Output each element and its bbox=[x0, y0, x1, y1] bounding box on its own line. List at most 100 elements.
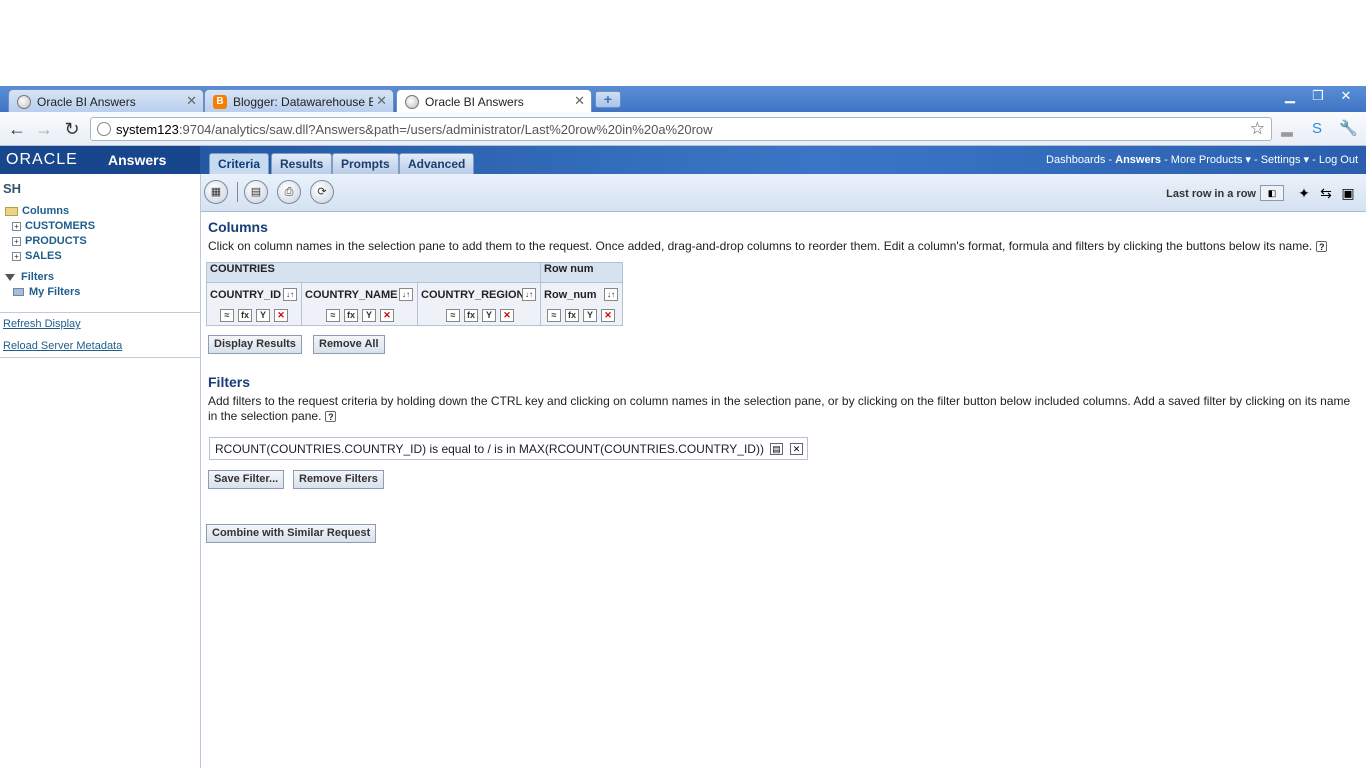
more-products-link[interactable]: More Products bbox=[1171, 154, 1243, 166]
settings-link[interactable]: Settings bbox=[1261, 154, 1301, 166]
columns-heading: Columns bbox=[208, 219, 268, 235]
open-icon[interactable]: ⇆ bbox=[1316, 185, 1336, 201]
help-icon[interactable]: ? bbox=[1316, 241, 1328, 253]
formula-icon[interactable]: fx bbox=[464, 309, 478, 322]
filter-icon[interactable]: Y bbox=[362, 309, 376, 322]
new-request-icon[interactable]: ✦ bbox=[1294, 185, 1314, 201]
combine-request-button[interactable]: Combine with Similar Request bbox=[206, 524, 377, 543]
chevron-down-icon[interactable]: ▾ bbox=[1304, 154, 1310, 166]
browser-tab-3[interactable]: Oracle BI Answers ✕ bbox=[396, 89, 592, 113]
filter-icon[interactable]: Y bbox=[256, 309, 270, 322]
column-group-header: COUNTRIES bbox=[206, 262, 541, 283]
product-name: Answers bbox=[108, 152, 167, 168]
close-window-icon[interactable]: ✕ bbox=[1334, 88, 1358, 104]
divider bbox=[0, 357, 200, 358]
brand: ORACLE Answers bbox=[0, 146, 200, 174]
answers-link[interactable]: Answers bbox=[1115, 154, 1161, 166]
bookmark-star-icon[interactable]: ☆ bbox=[1250, 119, 1265, 139]
format-icon[interactable]: ≈ bbox=[547, 309, 561, 322]
delete-icon[interactable]: ✕ bbox=[380, 309, 394, 322]
delete-icon[interactable]: ✕ bbox=[601, 309, 615, 322]
skype-icon[interactable]: S bbox=[1308, 120, 1326, 138]
tree-columns[interactable]: Columns bbox=[5, 204, 69, 218]
tree-item-products[interactable]: + PRODUCTS bbox=[12, 234, 87, 248]
chevron-down-icon[interactable]: ▾ bbox=[1245, 154, 1251, 166]
close-icon[interactable]: ✕ bbox=[186, 93, 197, 109]
tab-title: Oracle BI Answers bbox=[37, 95, 136, 109]
calculator-icon[interactable]: ▦ bbox=[204, 180, 228, 204]
expand-icon[interactable]: + bbox=[12, 251, 21, 261]
save-icon[interactable]: ▣ bbox=[1338, 185, 1358, 201]
formula-icon[interactable]: fx bbox=[565, 309, 579, 322]
sort-icon[interactable]: ↓↑ bbox=[522, 288, 536, 301]
expand-icon[interactable]: + bbox=[12, 221, 21, 231]
expand-icon[interactable]: + bbox=[12, 236, 21, 246]
signal-icon[interactable]: ▂ bbox=[1278, 120, 1296, 138]
sort-icon[interactable]: ↓↑ bbox=[604, 288, 618, 301]
column-row-num[interactable]: Row_num ↓↑ ≈ fx Y ✕ bbox=[540, 282, 623, 326]
formula-icon[interactable]: fx bbox=[238, 309, 252, 322]
reload-icon[interactable]: ↻ bbox=[62, 119, 82, 139]
rename-icon[interactable]: ◧ bbox=[1260, 185, 1284, 201]
folder-icon bbox=[13, 288, 24, 297]
browser-tab-1[interactable]: Oracle BI Answers ✕ bbox=[8, 89, 204, 112]
criteria-toolbar: ▦ ▤ ⎙ ⟳ Last row in a row ◧ ✦ ⇆ ▣ bbox=[201, 174, 1366, 212]
minimize-icon[interactable]: ▁ bbox=[1278, 88, 1302, 104]
selection-pane: SH Columns + CUSTOMERS + PRODUCTS + SALES F… bbox=[0, 174, 201, 768]
filter-icon[interactable]: Y bbox=[583, 309, 597, 322]
column-country-region[interactable]: COUNTRY_REGION ↓↑ ≈ fx Y ✕ bbox=[417, 282, 541, 326]
filter-item[interactable]: RCOUNT(COUNTRIES.COUNTRY_ID) is equal to… bbox=[209, 437, 808, 460]
browser-tab-2[interactable]: B Blogger: Datawarehouse BI - ( ✕ bbox=[204, 89, 394, 112]
tab-results[interactable]: Results bbox=[271, 153, 333, 174]
remove-all-button[interactable]: Remove All bbox=[313, 335, 385, 354]
help-icon[interactable]: ? bbox=[325, 411, 337, 423]
edit-filter-icon[interactable]: ▤ bbox=[770, 443, 783, 455]
delete-icon[interactable]: ✕ bbox=[790, 443, 803, 455]
refresh-display-link[interactable]: Refresh Display bbox=[3, 318, 81, 330]
oracle-header: ORACLE Answers Criteria Results Prompts … bbox=[0, 146, 1366, 174]
tab-advanced[interactable]: Advanced bbox=[399, 153, 475, 174]
save-filter-button[interactable]: Save Filter... bbox=[208, 470, 285, 489]
oracle-logo: ORACLE bbox=[6, 151, 78, 168]
new-tab-button[interactable]: + bbox=[595, 91, 621, 108]
column-group-header: Row num bbox=[540, 262, 623, 283]
refresh-icon[interactable]: ⟳ bbox=[310, 180, 334, 204]
delete-icon[interactable]: ✕ bbox=[500, 309, 514, 322]
table-icon[interactable]: ▤ bbox=[244, 180, 268, 204]
tree-my-filters[interactable]: My Filters bbox=[13, 285, 80, 299]
close-icon[interactable]: ✕ bbox=[574, 93, 585, 109]
format-icon[interactable]: ≈ bbox=[326, 309, 340, 322]
format-icon[interactable]: ≈ bbox=[446, 309, 460, 322]
tab-prompts[interactable]: Prompts bbox=[332, 153, 399, 174]
delete-icon[interactable]: ✕ bbox=[274, 309, 288, 322]
logout-link[interactable]: Log Out bbox=[1319, 154, 1358, 166]
tree-filters[interactable]: Filters bbox=[5, 270, 54, 284]
blogger-icon: B bbox=[213, 95, 227, 109]
formula-icon[interactable]: fx bbox=[344, 309, 358, 322]
subject-area-title: SH bbox=[3, 181, 22, 196]
sort-icon[interactable]: ↓↑ bbox=[399, 288, 413, 301]
wrench-icon[interactable]: 🔧 bbox=[1339, 120, 1358, 138]
filter-icon[interactable]: Y bbox=[482, 309, 496, 322]
globe-icon bbox=[405, 95, 419, 109]
column-country-id[interactable]: COUNTRY_ID ↓↑ ≈ fx Y ✕ bbox=[206, 282, 302, 326]
back-icon[interactable]: ← bbox=[7, 119, 27, 139]
dashboards-link[interactable]: Dashboards bbox=[1046, 154, 1105, 166]
restore-icon[interactable]: ❐ bbox=[1306, 88, 1330, 104]
divider bbox=[237, 182, 238, 202]
address-bar[interactable]: system123:9704/analytics/saw.dll?Answers… bbox=[90, 117, 1272, 141]
url-text: system123:9704/analytics/saw.dll?Answers… bbox=[116, 122, 713, 137]
close-icon[interactable]: ✕ bbox=[376, 93, 387, 109]
tree-item-sales[interactable]: + SALES bbox=[12, 249, 62, 263]
tree-item-customers[interactable]: + CUSTOMERS bbox=[12, 219, 95, 233]
tab-criteria[interactable]: Criteria bbox=[209, 153, 270, 174]
forward-icon[interactable]: → bbox=[34, 119, 54, 139]
column-country-name[interactable]: COUNTRY_NAME ↓↑ ≈ fx Y ✕ bbox=[301, 282, 418, 326]
remove-filters-button[interactable]: Remove Filters bbox=[293, 470, 384, 489]
display-results-button[interactable]: Display Results bbox=[208, 335, 302, 354]
print-icon[interactable]: ⎙ bbox=[277, 180, 301, 204]
reload-metadata-link[interactable]: Reload Server Metadata bbox=[3, 340, 122, 352]
format-icon[interactable]: ≈ bbox=[220, 309, 234, 322]
page-icon bbox=[97, 122, 111, 136]
sort-icon[interactable]: ↓↑ bbox=[283, 288, 297, 301]
